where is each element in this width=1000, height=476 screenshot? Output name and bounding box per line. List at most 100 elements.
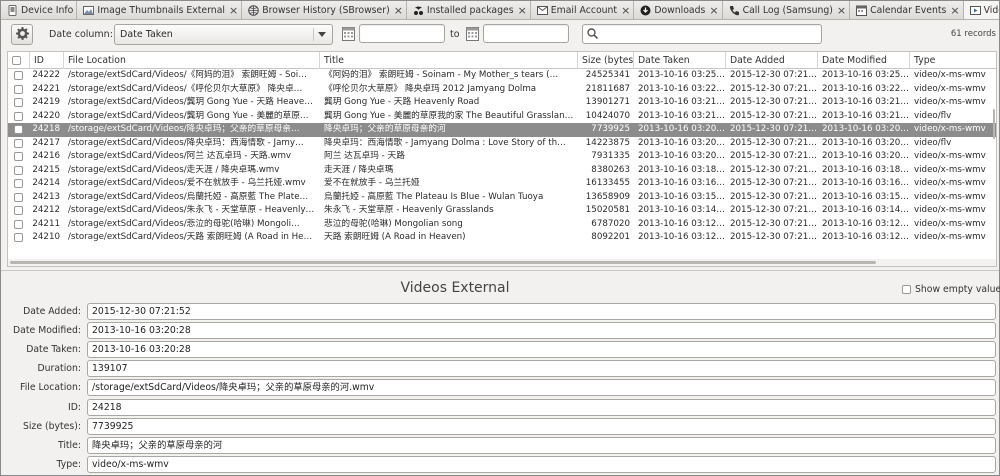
tab-videos-external[interactable]: Videos External× [963,1,999,19]
close-icon[interactable]: × [837,5,846,16]
table-row[interactable]: 24213/storage/extSdCard/Videos/烏蘭托婭 - 高原… [8,191,996,205]
table-row[interactable]: 24217/storage/extSdCard/Videos/降央卓玛：西海情歌… [8,137,996,151]
show-empty-toggle[interactable]: Show empty values [902,284,1000,295]
detail-value-date-taken[interactable]: 2013-10-16 03:20:28 [87,341,996,359]
table-row[interactable]: 24214/storage/extSdCard/Videos/爱不在就放手 - … [8,177,996,191]
row-checkbox[interactable] [14,219,23,229]
column-header-date-modified[interactable]: Date Modified [818,52,910,69]
table-row[interactable]: 24220/storage/extSdCard/Videos/龔玥 Gong Y… [8,110,996,124]
detail-row-date-modified: Date Modified: 2013-10-16 03:20:28 [0,322,1000,340]
vertical-scroll-thumb[interactable] [993,109,995,139]
close-icon[interactable]: × [709,5,718,16]
show-empty-checkbox[interactable] [902,285,911,294]
column-header-date-taken[interactable]: Date Taken [634,52,726,69]
table-row[interactable]: 24215/storage/extSdCard/Videos/走天涯 / 降央卓… [8,164,996,178]
close-icon[interactable]: × [518,5,527,16]
tab-downloads[interactable]: Downloads × [634,1,723,19]
cell-checkbox[interactable] [8,96,30,110]
table-row[interactable]: 24210/storage/extSdCard/Videos/天路 索朗旺姆 (… [8,231,996,245]
column-header-date-added[interactable]: Date Added [726,52,818,69]
header-select-all[interactable] [8,52,30,69]
cell-checkbox[interactable] [8,137,30,151]
detail-value-file-location[interactable]: /storage/extSdCard/Videos/降央卓玛；父亲的草原母亲的河… [87,379,996,397]
row-checkbox[interactable] [14,165,23,175]
cell-checkbox[interactable] [8,69,30,83]
detail-value-duration[interactable]: 139107 [87,360,996,378]
tab-installed-packages[interactable]: Installed packages × [407,1,531,19]
detail-row-file-location: File Location: /storage/extSdCard/Videos/… [0,379,1000,397]
detail-label-id: ID: [67,401,81,413]
cell-checkbox[interactable] [8,231,30,245]
cell-checkbox[interactable] [8,177,30,191]
tab-browser-history-sbrowser[interactable]: Browser History (SBrowser) × [242,1,407,19]
cell-checkbox[interactable] [8,204,30,218]
cell-checkbox[interactable] [8,164,30,178]
detail-value-type[interactable]: video/x-ms-wmv [87,455,996,473]
row-checkbox[interactable] [14,84,23,94]
table-row[interactable]: 24221/storage/extSdCard/Videos/《呼伦贝尔大草原》… [8,83,996,97]
cell-checkbox[interactable] [8,123,30,137]
row-checkbox[interactable] [14,71,23,80]
close-icon[interactable]: × [229,5,238,16]
cell-file-location: /storage/extSdCard/Videos/降央卓玛：西海情歌 - Ja… [68,137,304,148]
row-checkbox[interactable] [14,206,23,215]
detail-label-date-taken: Date Taken: [26,344,81,356]
calendar-to-icon[interactable] [466,26,479,41]
cell-id: 24222 [32,70,60,80]
row-checkbox[interactable] [14,98,23,107]
table-row[interactable]: 24222/storage/extSdCard/Videos/《阿妈的泪》 索朗… [8,69,996,83]
cell-id: 24216 [32,151,60,161]
cell-date-added: 2015-12-30 07:21:52 [730,205,818,215]
table-row[interactable]: 24216/storage/extSdCard/Videos/阿兰 达瓦卓玛 -… [8,150,996,164]
tab-call-log-samsung[interactable]: Call Log (Samsung) × [723,1,851,19]
column-header-id[interactable]: ID [30,52,64,69]
detail-value-title[interactable]: 降央卓玛；父亲的草原母亲的河 [87,436,996,454]
cell-file-location: /storage/extSdCard/Videos/龔玥 Gong Yue - … [68,97,313,107]
column-header-file-location[interactable]: File Location [64,52,320,69]
pane-splitter[interactable] [1,270,999,272]
cell-checkbox[interactable] [8,83,30,97]
cell-id: 24211 [32,218,60,229]
select-all-checkbox[interactable] [12,56,21,65]
row-checkbox[interactable] [14,125,23,134]
table-row[interactable]: 24218/storage/extSdCard/Videos/降央卓玛；父亲的草… [8,123,996,137]
horizontal-scrollbar[interactable] [8,259,996,266]
detail-value-date-added[interactable]: 2015-12-30 07:21:52 [87,303,996,320]
cell-checkbox[interactable] [8,150,30,164]
row-checkbox[interactable] [14,138,23,148]
detail-value-id[interactable]: 24218 [87,398,996,416]
column-header-type[interactable]: Type [910,52,996,69]
tab-device-info[interactable]: Device Info [1,1,78,19]
date-column-select[interactable]: Date Taken [114,24,333,45]
row-checkbox[interactable] [14,179,23,188]
videos-table[interactable]: ID File Location Title Size (bytes) Date Tak… [7,51,997,267]
row-checkbox[interactable] [14,233,23,242]
detail-value-date-modified[interactable]: 2013-10-16 03:20:28 [87,322,996,340]
table-row[interactable]: 24212/storage/extSdCard/Videos/朱永飞 - 天堂草… [8,204,996,218]
tab-image-thumbnails-external[interactable]: Image Thumbnails External × [77,1,243,19]
table-row[interactable]: 24219/storage/extSdCard/Videos/龔玥 Gong Y… [8,96,996,110]
cell-checkbox[interactable] [8,218,30,232]
table-row[interactable]: 24211/storage/extSdCard/Videos/悲泣的母驼(哈琳)… [8,218,996,232]
row-checkbox[interactable] [14,152,23,161]
row-checkbox[interactable] [14,111,23,121]
column-header-size-bytes[interactable]: Size (bytes) [578,52,634,69]
tab-calendar-events[interactable]: Calendar Events × [850,1,964,19]
close-icon[interactable]: × [621,5,630,16]
column-header-title[interactable]: Title [320,52,578,69]
detail-value-size-bytes[interactable]: 7739925 [87,417,996,435]
calendar-from-icon[interactable] [342,26,355,41]
date-to-input[interactable] [483,24,569,43]
settings-button[interactable] [11,24,33,45]
date-from-input[interactable] [359,24,445,43]
close-icon[interactable]: × [950,5,959,16]
row-checkbox[interactable] [14,192,23,202]
tab-email-account[interactable]: Email Account × [531,1,635,19]
search-input[interactable] [582,24,822,44]
vertical-scrollbar[interactable] [991,69,996,259]
cell-checkbox[interactable] [8,110,30,124]
cell-checkbox[interactable] [8,191,30,205]
horizontal-scroll-thumb[interactable] [10,261,876,264]
cell-date-added: 2015-12-30 07:21:52 [730,191,818,202]
close-icon[interactable]: × [394,5,403,16]
